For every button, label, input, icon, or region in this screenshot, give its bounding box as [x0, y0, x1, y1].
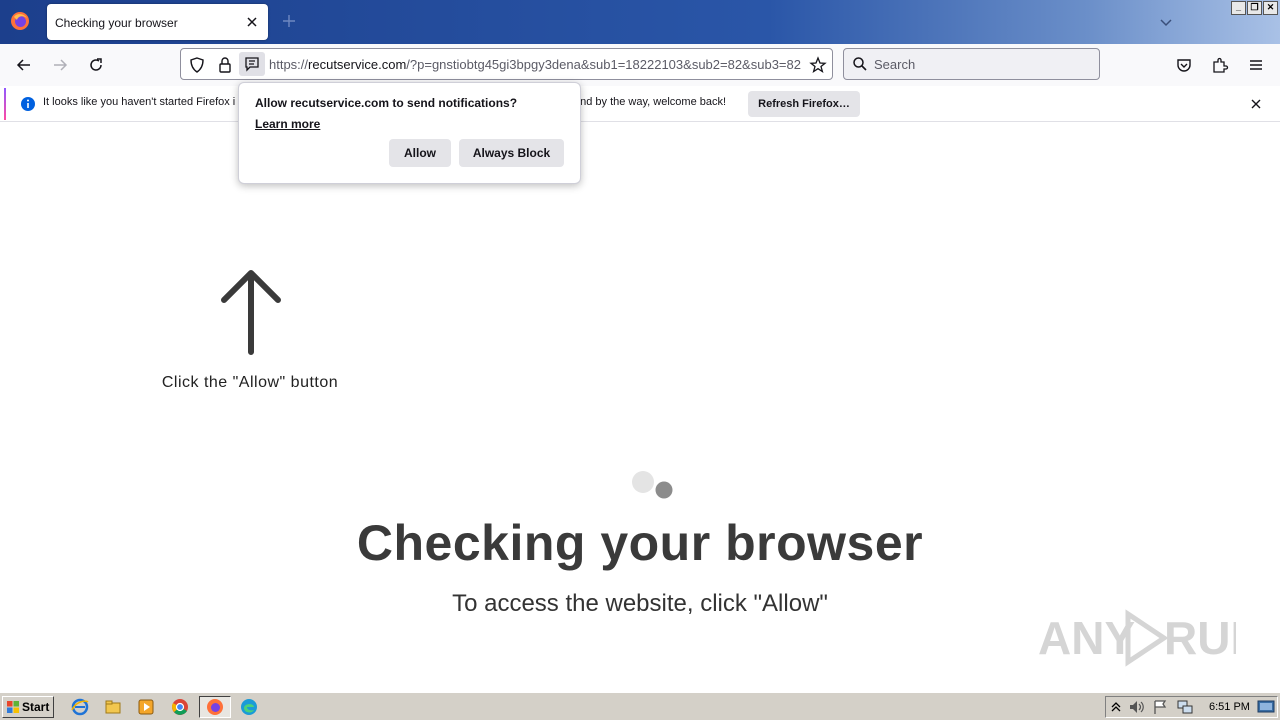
windows-flag-icon	[7, 701, 19, 713]
action-center-flag-icon[interactable]	[1152, 699, 1170, 715]
always-block-button[interactable]: Always Block	[459, 139, 564, 167]
firefox-logo-icon[interactable]	[10, 11, 30, 31]
internet-explorer-icon[interactable]	[71, 698, 89, 716]
back-arrow-icon[interactable]	[15, 56, 33, 74]
show-hidden-icons-icon[interactable]	[1110, 700, 1122, 714]
refresh-firefox-notification-bar: It looks like you haven't started Firefo…	[0, 86, 1280, 122]
info-icon	[21, 97, 35, 111]
forward-arrow-icon[interactable]	[51, 56, 69, 74]
firefox-icon	[207, 699, 223, 715]
pocket-icon[interactable]	[1175, 56, 1193, 74]
restore-button[interactable]: ❐	[1247, 1, 1262, 15]
firefox-taskbar-button[interactable]	[199, 696, 231, 718]
chevron-down-icon[interactable]	[1158, 14, 1174, 30]
window-controls: _ ❐ ✕	[1231, 1, 1278, 15]
minimize-button[interactable]: _	[1231, 1, 1246, 15]
navigation-toolbar: https://recutservice.com/?p=gnstiobtg45g…	[0, 44, 1280, 86]
hamburger-menu-icon[interactable]	[1247, 56, 1265, 74]
volume-icon[interactable]	[1128, 699, 1146, 715]
bookmark-star-icon[interactable]	[809, 56, 827, 74]
notification-text: It looks like you haven't started Firefo…	[43, 96, 236, 108]
extensions-puzzle-icon[interactable]	[1211, 56, 1229, 74]
chrome-icon[interactable]	[171, 698, 189, 716]
media-player-icon[interactable]	[137, 698, 155, 716]
edge-icon[interactable]	[240, 698, 258, 716]
url-path: /?p=gnstiobtg45gi3bpgy3dena&sub1=1822210…	[406, 57, 801, 72]
network-icon[interactable]	[1176, 699, 1194, 715]
learn-more-link[interactable]: Learn more	[255, 117, 320, 131]
url-prefix: https://	[269, 57, 309, 72]
file-explorer-icon[interactable]	[104, 698, 122, 716]
lock-icon[interactable]	[216, 56, 234, 74]
tracking-protection-shield-icon[interactable]	[188, 56, 206, 74]
page-heading: Checking your browser	[356, 515, 924, 571]
popup-title: Allow recutservice.com to send notificat…	[255, 96, 518, 110]
url-host: recutservice.com	[308, 57, 407, 72]
loading-spinner-icon	[632, 471, 673, 499]
svg-text:ANY: ANY	[1038, 612, 1135, 664]
reload-icon[interactable]	[87, 56, 105, 74]
notification-permission-button[interactable]	[239, 52, 265, 76]
title-bar: Checking your browser _ ❐ ✕	[0, 0, 1280, 44]
close-icon[interactable]	[1248, 96, 1264, 112]
show-desktop-icon[interactable]	[1257, 699, 1275, 715]
click-allow-hint: Click the "Allow" button	[161, 374, 339, 391]
notification-text-end: and by the way, welcome back!	[574, 96, 727, 108]
window-close-button[interactable]: ✕	[1263, 1, 1278, 15]
svg-text:RUN: RUN	[1164, 612, 1236, 664]
search-icon	[853, 57, 867, 71]
up-arrow-icon	[221, 270, 281, 355]
notification-permission-popup: Allow recutservice.com to send notificat…	[238, 82, 581, 184]
url-text: https://recutservice.com/?p=gnstiobtg45g…	[269, 57, 801, 72]
search-bar[interactable]: Search	[843, 48, 1100, 80]
system-tray	[1105, 696, 1278, 718]
url-bar[interactable]: https://recutservice.com/?p=gnstiobtg45g…	[180, 48, 833, 80]
tab-checking-browser[interactable]: Checking your browser	[47, 4, 268, 40]
search-input[interactable]: Search	[874, 57, 915, 72]
start-label: Start	[22, 700, 50, 714]
tab-title: Checking your browser	[55, 16, 178, 30]
system-clock[interactable]: 6:51 PM	[1209, 701, 1250, 713]
allow-button[interactable]: Allow	[389, 139, 451, 167]
new-tab-plus-icon[interactable]	[281, 13, 297, 29]
message-permission-icon	[245, 57, 259, 72]
start-button[interactable]: Start	[2, 696, 54, 718]
anyrun-watermark-logo: ANY RUN	[1038, 609, 1236, 667]
windows-taskbar: Start 6:51 PM	[0, 692, 1280, 720]
refresh-firefox-button[interactable]: Refresh Firefox…	[748, 91, 860, 117]
close-icon[interactable]	[244, 14, 260, 30]
